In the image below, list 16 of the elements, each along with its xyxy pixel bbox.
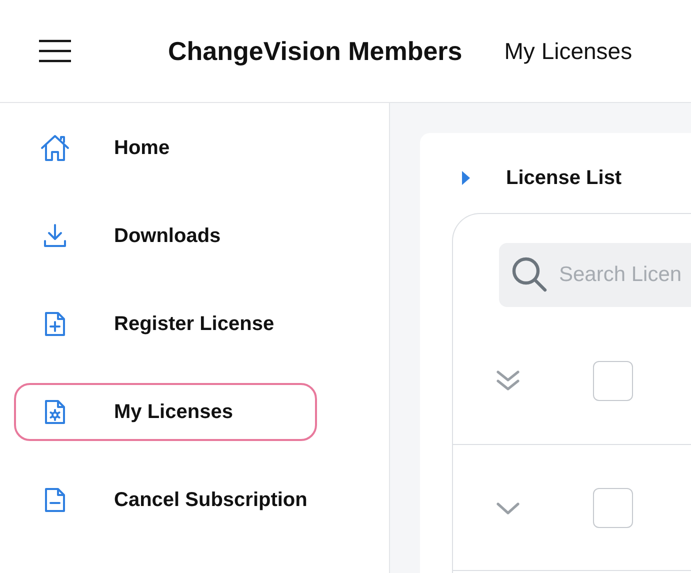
checkbox[interactable] bbox=[593, 360, 633, 400]
menu-icon[interactable] bbox=[38, 39, 72, 63]
sidebar-item[interactable]: Cancel Subscription bbox=[14, 471, 317, 529]
home-icon bbox=[40, 133, 70, 163]
search-field[interactable]: Search Licen bbox=[499, 243, 691, 307]
page-title: My Licenses bbox=[504, 38, 632, 64]
double-chevron-icon[interactable] bbox=[495, 368, 521, 394]
sidebar-item[interactable]: My Licenses bbox=[14, 383, 317, 441]
sidebar-item[interactable]: Home bbox=[14, 119, 317, 177]
app-title: ChangeVision Members bbox=[168, 36, 462, 66]
sidebar-item[interactable]: Register License bbox=[14, 295, 317, 353]
panel-title: License List bbox=[506, 166, 622, 190]
expand-triangle-icon[interactable] bbox=[460, 170, 472, 186]
sidebar-item[interactable]: Downloads bbox=[14, 207, 317, 265]
checkbox[interactable] bbox=[593, 488, 633, 528]
search-icon bbox=[511, 256, 549, 294]
